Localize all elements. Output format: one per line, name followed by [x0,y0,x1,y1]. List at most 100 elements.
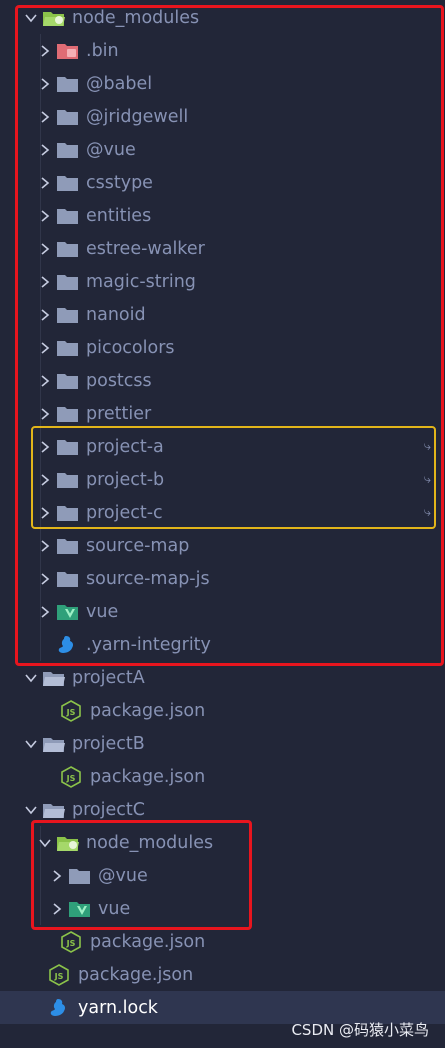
folder-icon [56,529,82,562]
tree-item-prettier[interactable]: prettier [0,397,445,430]
chevron-right-icon [34,166,56,199]
tree-item-label: @vue [86,139,136,160]
tree-item-label: package.json [90,931,206,952]
chevron-down-icon [20,727,42,760]
tree-item-label: source-map-js [86,568,210,589]
chevron-right-icon [34,496,56,529]
tree-item-postcss[interactable]: postcss [0,364,445,397]
tree-item-entities[interactable]: entities [0,199,445,232]
tree-item-label: node_modules [86,832,214,853]
tree-item-label: vue [98,898,131,919]
folder-open-icon [42,661,68,694]
js-file-icon: JS [60,694,86,727]
folder-icon [56,463,82,496]
tree-item-label: projectB [72,733,145,754]
tree-item-label: magic-string [86,271,196,292]
folder-icon [68,859,94,892]
folder-icon [56,100,82,133]
tree-item-label: csstype [86,172,153,193]
chevron-right-icon [34,397,56,430]
tree-item-yarn-integrity[interactable]: .yarn-integrity [0,628,445,661]
folder-icon [56,331,82,364]
tree-item-projectB[interactable]: projectB [0,727,445,760]
folder-icon [56,265,82,298]
tree-item-estree-walker[interactable]: estree-walker [0,232,445,265]
tree-item-source-map[interactable]: source-map [0,529,445,562]
tree-item-picocolors[interactable]: picocolors [0,331,445,364]
folder-icon [56,430,82,463]
tree-item-label: projectC [72,799,145,820]
chevron-right-icon [46,892,68,925]
tree-item-vue-scope[interactable]: @vue [0,859,445,892]
tree-item-label: project-b [86,469,165,490]
tree-item-source-map-js[interactable]: source-map-js [0,562,445,595]
symlink-icon: ⤷ [423,505,431,520]
tree-item-label: projectA [72,667,145,688]
tree-item-nanoid[interactable]: nanoid [0,298,445,331]
tree-item-label: vue [86,601,119,622]
tree-item-csstype[interactable]: csstype [0,166,445,199]
chevron-right-icon [34,562,56,595]
tree-item-magic-string[interactable]: magic-string [0,265,445,298]
folder-icon [56,133,82,166]
yarn-icon [48,991,74,1024]
tree-item-vue[interactable]: vue [0,892,445,925]
tree-item-vue[interactable]: vue [0,595,445,628]
tree-item-label: picocolors [86,337,175,358]
tree-item-label: entities [86,205,152,226]
chevron-right-icon [34,595,56,628]
chevron-down-icon [34,826,56,859]
tree-item-package-json[interactable]: JS package.json [0,760,445,793]
tree-item-projectC[interactable]: projectC [0,793,445,826]
tree-item-label: project-a [86,436,164,457]
tree-item-label: package.json [90,766,206,787]
chevron-right-icon [34,430,56,463]
tree-item-label: node_modules [72,7,200,28]
tree-item-jridgewell[interactable]: @jridgewell [0,100,445,133]
symlink-icon: ⤷ [423,439,431,454]
tree-item-label: package.json [90,700,206,721]
js-file-icon: JS [60,925,86,958]
svg-text:JS: JS [54,972,64,981]
tree-item-label: nanoid [86,304,146,325]
folder-node-open-icon [42,1,68,34]
tree-item-node-modules[interactable]: node_modules [0,826,445,859]
file-explorer: { "tree": { "rows": [ {"label":"node_mod… [0,0,445,1048]
tree-item-package-json[interactable]: JS package.json [0,694,445,727]
chevron-right-icon [34,133,56,166]
tree-item-project-c[interactable]: project-c ⤷ [0,496,445,529]
svg-text:JS: JS [66,708,76,717]
tree-item-label: yarn.lock [78,997,158,1018]
tree-item-node-modules[interactable]: node_modules [0,1,445,34]
js-file-icon: JS [60,760,86,793]
tree-item-vue-scope[interactable]: @vue [0,133,445,166]
folder-icon [56,232,82,265]
tree-item-babel[interactable]: @babel [0,67,445,100]
tree-item-root-package-json[interactable]: JS package.json [0,958,445,991]
folder-open-icon [42,727,68,760]
chevron-right-icon [34,232,56,265]
chevron-right-icon [34,331,56,364]
folder-icon [56,562,82,595]
folder-icon [56,166,82,199]
js-file-icon: JS [48,958,74,991]
tree-item-label: source-map [86,535,190,556]
chevron-right-icon [34,463,56,496]
tree-item-label: @babel [86,73,153,94]
folder-icon [56,364,82,397]
symlink-icon: ⤷ [423,472,431,487]
tree-item-label: prettier [86,403,152,424]
tree-item-bin[interactable]: .bin [0,34,445,67]
folder-icon [56,397,82,430]
chevron-right-icon [34,298,56,331]
chevron-down-icon [20,793,42,826]
folder-icon [56,496,82,529]
chevron-right-icon [46,859,68,892]
tree-item-projectA[interactable]: projectA [0,661,445,694]
tree-item-project-a[interactable]: project-a ⤷ [0,430,445,463]
tree-item-package-json[interactable]: JS package.json [0,925,445,958]
tree-item-project-b[interactable]: project-b ⤷ [0,463,445,496]
tree-item-label: estree-walker [86,238,205,259]
folder-open-icon [42,793,68,826]
yarn-icon [56,628,82,661]
